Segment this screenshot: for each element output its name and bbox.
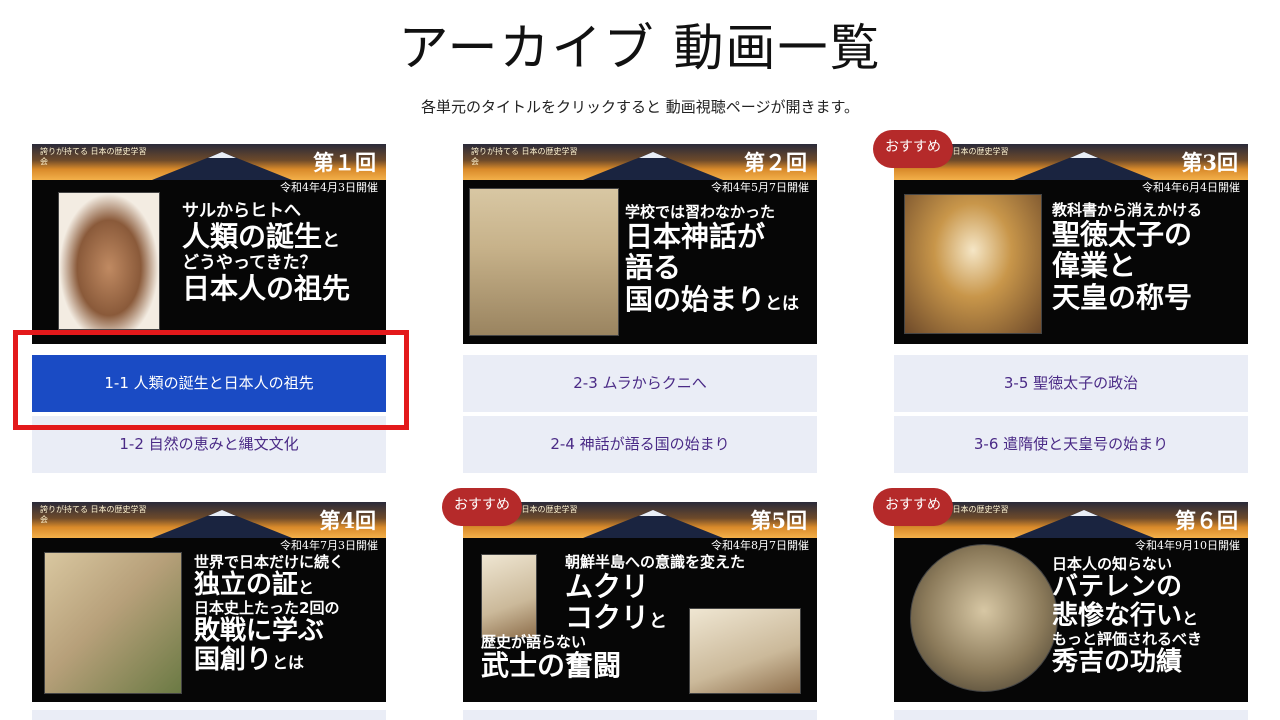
recommended-badge: おすすめ (873, 488, 953, 526)
title-line: 日本人の祖先 (182, 272, 351, 306)
title-line: 日本人の知らない (1052, 555, 1173, 573)
emaki-scroll-icon (44, 552, 182, 694)
title-line: 歴史が語らない (481, 632, 587, 651)
event-date: 令和4年7月3日開催 (280, 539, 378, 552)
snow-cap (1070, 510, 1098, 516)
thumbnail-title: サルからヒトへ 人類の誕生と どうやってきた？ 日本人の祖先 (182, 201, 351, 306)
thumbnail-title: 世界で日本だけに続く 独立の証と 日本史上たった2回の 敗戦に学ぶ 国創りとは (194, 554, 344, 675)
caveman-portrait-icon (58, 192, 160, 330)
series-label: 誇りが持てる 日本の歴史学習会 (40, 147, 147, 166)
thumbnail-title: 学校では習わなかった 日本神話が 語る 国の始まりとは (625, 204, 799, 315)
event-date: 令和4年9月10日開催 (1135, 539, 1240, 552)
title-line: コクリ (565, 601, 650, 635)
title-line: 独立の証 (194, 569, 299, 600)
title-line: 天皇の称号 (1052, 280, 1193, 314)
title-line: とは (272, 652, 305, 672)
snow-cap (639, 152, 667, 158)
title-line: 聖徳太子の (1052, 217, 1193, 251)
title-line: とは (765, 293, 800, 314)
series-label: 誇りが持てる 日本の歴史学習会 (471, 147, 578, 166)
video-thumbnail[interactable]: 誇りが持てる 日本の歴史学習会 第5回 令和4年8月7日開催 朝鮮半島への意識を… (463, 502, 817, 702)
thumbnail-title: 日本人の知らない バテレンの 悲惨な行いと もっと評価されるべき 秀吉の功績 (1052, 556, 1202, 677)
prince-shotoku-portrait-icon (904, 194, 1042, 334)
video-thumbnail[interactable]: 誇りが持てる 日本の歴史学習会 第２回 令和4年5月7日開催 学校では習わなかっ… (463, 144, 817, 344)
lesson-link-partial[interactable] (463, 710, 817, 720)
title-line: 偉業と (1052, 249, 1137, 283)
lesson-link-2-3[interactable]: 2-3 ムラからクニへ (463, 355, 817, 412)
title-line: 世界で日本だけに続く (194, 553, 345, 571)
episode-number: 第６回 (1175, 508, 1238, 533)
lesson-link-partial[interactable] (894, 710, 1248, 720)
title-line: どうやってきた？ (182, 253, 317, 274)
title-line: と (1182, 608, 1199, 628)
video-thumbnail[interactable]: 誇りが持てる 日本の歴史学習会 第１回 令和4年4月3日開催 サルからヒトへ 人… (32, 144, 386, 344)
event-date: 令和4年5月7日開催 (711, 181, 809, 194)
thumbnail-title: 教科書から消えかける 聖徳太子の 偉業と 天皇の称号 (1052, 202, 1202, 313)
title-line: 朝鮮半島への意識を変えた (565, 553, 746, 571)
title-line: 日本神話が (625, 219, 766, 253)
title-line: 学校では習わなかった (625, 203, 776, 221)
event-date: 令和4年8月7日開催 (711, 539, 809, 552)
episode-number: 第4回 (319, 508, 376, 533)
episode-number: 第5回 (750, 508, 807, 533)
video-thumbnail[interactable]: 誇りが持てる 日本の歴史学習会 第3回 令和4年6月4日開催 教科書から消えかけ… (894, 144, 1248, 344)
thumbnail-title: 朝鮮半島への意識を変えた ムクリ コクリと 歴史が語らない 武士の奮闘 (481, 554, 811, 682)
recommended-badge: おすすめ (873, 130, 953, 168)
episode-number: 第3回 (1181, 150, 1238, 175)
title-line: 語る (625, 251, 682, 285)
highlight-annotation-box (13, 330, 409, 430)
title-line: 国の始まり (625, 282, 766, 316)
lesson-link-3-6[interactable]: 3-6 遣隋使と天皇号の始まり (894, 416, 1248, 473)
title-line: サルからヒトへ (182, 201, 301, 221)
title-line: と (649, 611, 668, 633)
hideyoshi-portrait-icon (910, 544, 1058, 692)
title-line: 教科書から消えかける (1052, 201, 1203, 219)
archive-card-3: 誇りが持てる 日本の歴史学習会 第3回 令和4年6月4日開催 教科書から消えかけ… (894, 144, 1248, 473)
page-subtitle: 各単元のタイトルをクリックすると 動画視聴ページが開きます。 (421, 98, 859, 116)
title-line: 日本史上たった2回の (194, 598, 340, 617)
title-line: 人類の誕生 (182, 220, 323, 254)
title-line: 悲惨な行い (1052, 600, 1183, 631)
title-line: もっと評価されるべき (1052, 630, 1203, 649)
recommended-badge: おすすめ (442, 488, 522, 526)
event-date: 令和4年4月3日開催 (280, 181, 378, 194)
page-title: アーカイブ 動画一覧 (398, 19, 882, 77)
lesson-link-3-5[interactable]: 3-5 聖徳太子の政治 (894, 355, 1248, 412)
episode-number: 第２回 (744, 150, 807, 175)
mythology-painting-icon (469, 188, 619, 336)
title-line: ムクリ (565, 569, 650, 603)
archive-card-2: 誇りが持てる 日本の歴史学習会 第２回 令和4年5月7日開催 学校では習わなかっ… (463, 144, 817, 473)
title-line: 秀吉の功績 (1052, 646, 1183, 677)
title-line: 国創り (194, 644, 273, 675)
snow-cap (639, 510, 667, 516)
title-line: 武士の奮闘 (481, 649, 622, 683)
episode-number: 第１回 (313, 150, 376, 175)
lesson-link-2-4[interactable]: 2-4 神話が語る国の始まり (463, 416, 817, 473)
title-line: 敗戦に学ぶ (194, 615, 325, 646)
snow-cap (208, 152, 236, 158)
video-thumbnail[interactable]: 誇りが持てる 日本の歴史学習会 第６回 令和4年9月10日開催 日本人の知らない… (894, 502, 1248, 702)
snow-cap (208, 510, 236, 516)
event-date: 令和4年6月4日開催 (1142, 181, 1240, 194)
lesson-link-partial[interactable] (32, 710, 386, 720)
snow-cap (1070, 152, 1098, 158)
archive-card-6: 誇りが持てる 日本の歴史学習会 第６回 令和4年9月10日開催 日本人の知らない… (894, 502, 1248, 702)
archive-card-5: 誇りが持てる 日本の歴史学習会 第5回 令和4年8月7日開催 朝鮮半島への意識を… (463, 502, 817, 702)
video-thumbnail[interactable]: 誇りが持てる 日本の歴史学習会 第4回 令和4年7月3日開催 世界で日本だけに続… (32, 502, 386, 702)
title-line: バテレンの (1052, 571, 1183, 602)
title-line: と (322, 230, 341, 252)
series-label: 誇りが持てる 日本の歴史学習会 (40, 505, 147, 524)
archive-card-4: 誇りが持てる 日本の歴史学習会 第4回 令和4年7月3日開催 世界で日本だけに続… (32, 502, 386, 702)
title-line: と (298, 577, 315, 597)
